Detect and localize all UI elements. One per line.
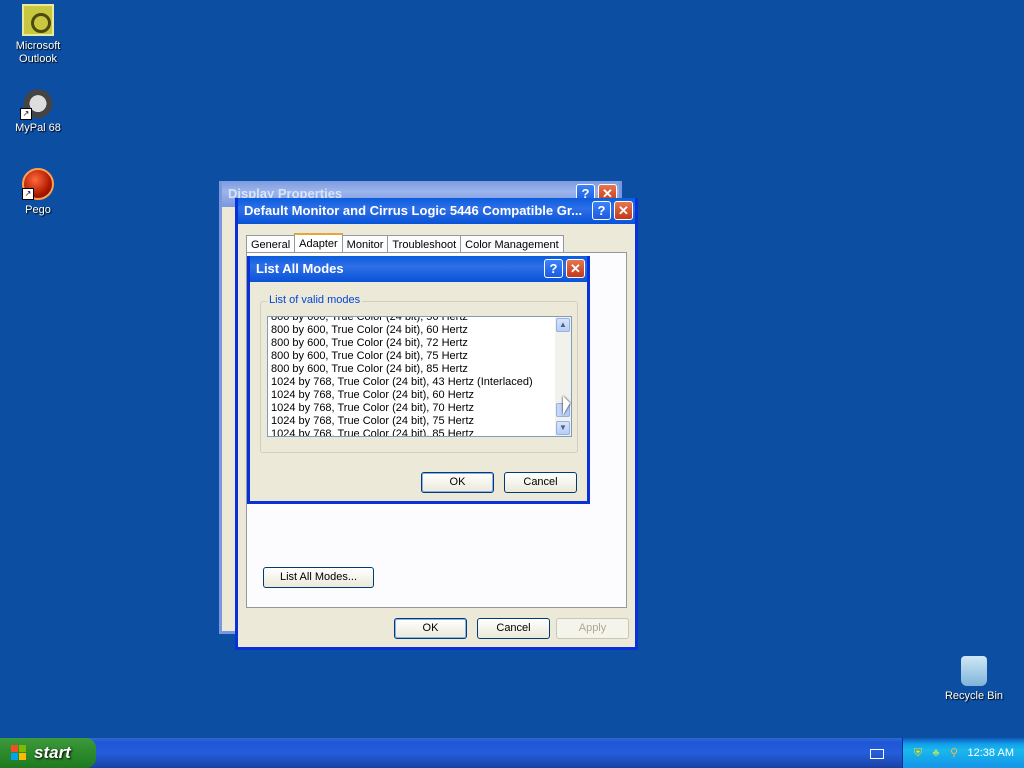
ok-button[interactable]: OK bbox=[394, 618, 467, 639]
outlook-label-line2: Outlook bbox=[19, 53, 57, 65]
adapter-window-titlebar[interactable]: Default Monitor and Cirrus Logic 5446 Co… bbox=[238, 198, 635, 224]
start-button[interactable]: start bbox=[0, 738, 96, 768]
desktop-icon-recycle-bin[interactable]: Recycle Bin bbox=[936, 656, 1012, 703]
keyboard-icon[interactable] bbox=[870, 749, 884, 759]
outlook-label-line1: Microsoft bbox=[15, 40, 61, 52]
desktop-icon-outlook[interactable]: Microsoft Outlook bbox=[0, 4, 76, 66]
modes-ok-button[interactable]: OK bbox=[421, 472, 494, 493]
system-tray: ⛨ ♣ ⚲ 12:38 AM bbox=[902, 738, 1024, 768]
list-item[interactable]: 1024 by 768, True Color (24 bit), 75 Her… bbox=[268, 415, 571, 428]
close-icon[interactable]: ✕ bbox=[566, 259, 585, 278]
clock[interactable]: 12:38 AM bbox=[968, 738, 1014, 768]
mypal-icon: ↗ bbox=[20, 86, 54, 120]
list-item[interactable]: 1024 by 768, True Color (24 bit), 60 Her… bbox=[268, 389, 571, 402]
help-icon[interactable]: ? bbox=[544, 259, 563, 278]
apply-button: Apply bbox=[556, 618, 629, 639]
start-label: start bbox=[34, 743, 71, 762]
list-item[interactable]: 800 by 600, True Color (24 bit), 72 Hert… bbox=[268, 337, 571, 350]
shortcut-arrow-icon: ↗ bbox=[22, 188, 34, 200]
windows-logo-icon bbox=[11, 745, 27, 761]
list-modes-title: List All Modes bbox=[256, 261, 344, 276]
list-item[interactable]: 1024 by 768, True Color (24 bit), 70 Her… bbox=[268, 402, 571, 415]
help-icon[interactable]: ? bbox=[592, 201, 611, 220]
mypal-label: MyPal 68 bbox=[15, 122, 61, 134]
recycle-bin-icon bbox=[961, 656, 987, 686]
outlook-icon bbox=[22, 4, 54, 36]
search-icon[interactable]: ⚲ bbox=[947, 746, 961, 760]
list-item[interactable]: 800 by 600, True Color (24 bit), 75 Hert… bbox=[268, 350, 571, 363]
adapter-window-title: Default Monitor and Cirrus Logic 5446 Co… bbox=[244, 203, 583, 218]
valid-modes-groupbox: List of valid modes 800 by 600, True Col… bbox=[260, 294, 578, 453]
desktop-icon-pego[interactable]: ↗ Pego bbox=[0, 168, 76, 217]
tab-strip: General Adapter Monitor Troubleshoot Color M… bbox=[246, 232, 564, 255]
pego-icon: ↗ bbox=[22, 168, 54, 200]
valid-modes-label: List of valid modes bbox=[267, 294, 363, 306]
scroll-up-icon[interactable]: ▲ bbox=[556, 318, 570, 332]
list-all-modes-dialog[interactable]: List All Modes ? ✕ List of valid modes 8… bbox=[247, 256, 590, 504]
security-shield-icon[interactable]: ⛨ bbox=[911, 746, 925, 760]
recycle-bin-label: Recycle Bin bbox=[944, 690, 1004, 702]
list-modes-titlebar[interactable]: List All Modes ? ✕ bbox=[250, 256, 587, 282]
list-item[interactable]: 800 by 600, True Color (24 bit), 56 Hert… bbox=[268, 317, 571, 324]
shortcut-arrow-icon: ↗ bbox=[20, 108, 32, 120]
cancel-button[interactable]: Cancel bbox=[477, 618, 550, 639]
list-item[interactable]: 800 by 600, True Color (24 bit), 60 Hert… bbox=[268, 324, 571, 337]
modes-cancel-button[interactable]: Cancel bbox=[504, 472, 577, 493]
list-item[interactable]: 800 by 600, True Color (24 bit), 85 Hert… bbox=[268, 363, 571, 376]
desktop-icon-mypal[interactable]: ↗ MyPal 68 bbox=[0, 86, 76, 135]
modes-scrollbar[interactable]: ▲ ▼ bbox=[555, 317, 571, 436]
modes-listbox[interactable]: 800 by 600, True Color (24 bit), 56 Hert… bbox=[267, 316, 572, 437]
list-item[interactable]: 1024 by 768, True Color (24 bit), 43 Her… bbox=[268, 376, 571, 389]
mouse-cursor-icon bbox=[563, 396, 570, 415]
taskbar: start ⛨ ♣ ⚲ 12:38 AM bbox=[0, 738, 1024, 768]
pego-label: Pego bbox=[25, 204, 51, 216]
scroll-down-icon[interactable]: ▼ bbox=[556, 421, 570, 435]
network-icon[interactable]: ♣ bbox=[929, 746, 943, 760]
close-icon[interactable]: ✕ bbox=[614, 201, 633, 220]
list-item[interactable]: 1024 by 768, True Color (24 bit), 85 Her… bbox=[268, 428, 571, 436]
list-all-modes-button[interactable]: List All Modes... bbox=[263, 567, 374, 588]
